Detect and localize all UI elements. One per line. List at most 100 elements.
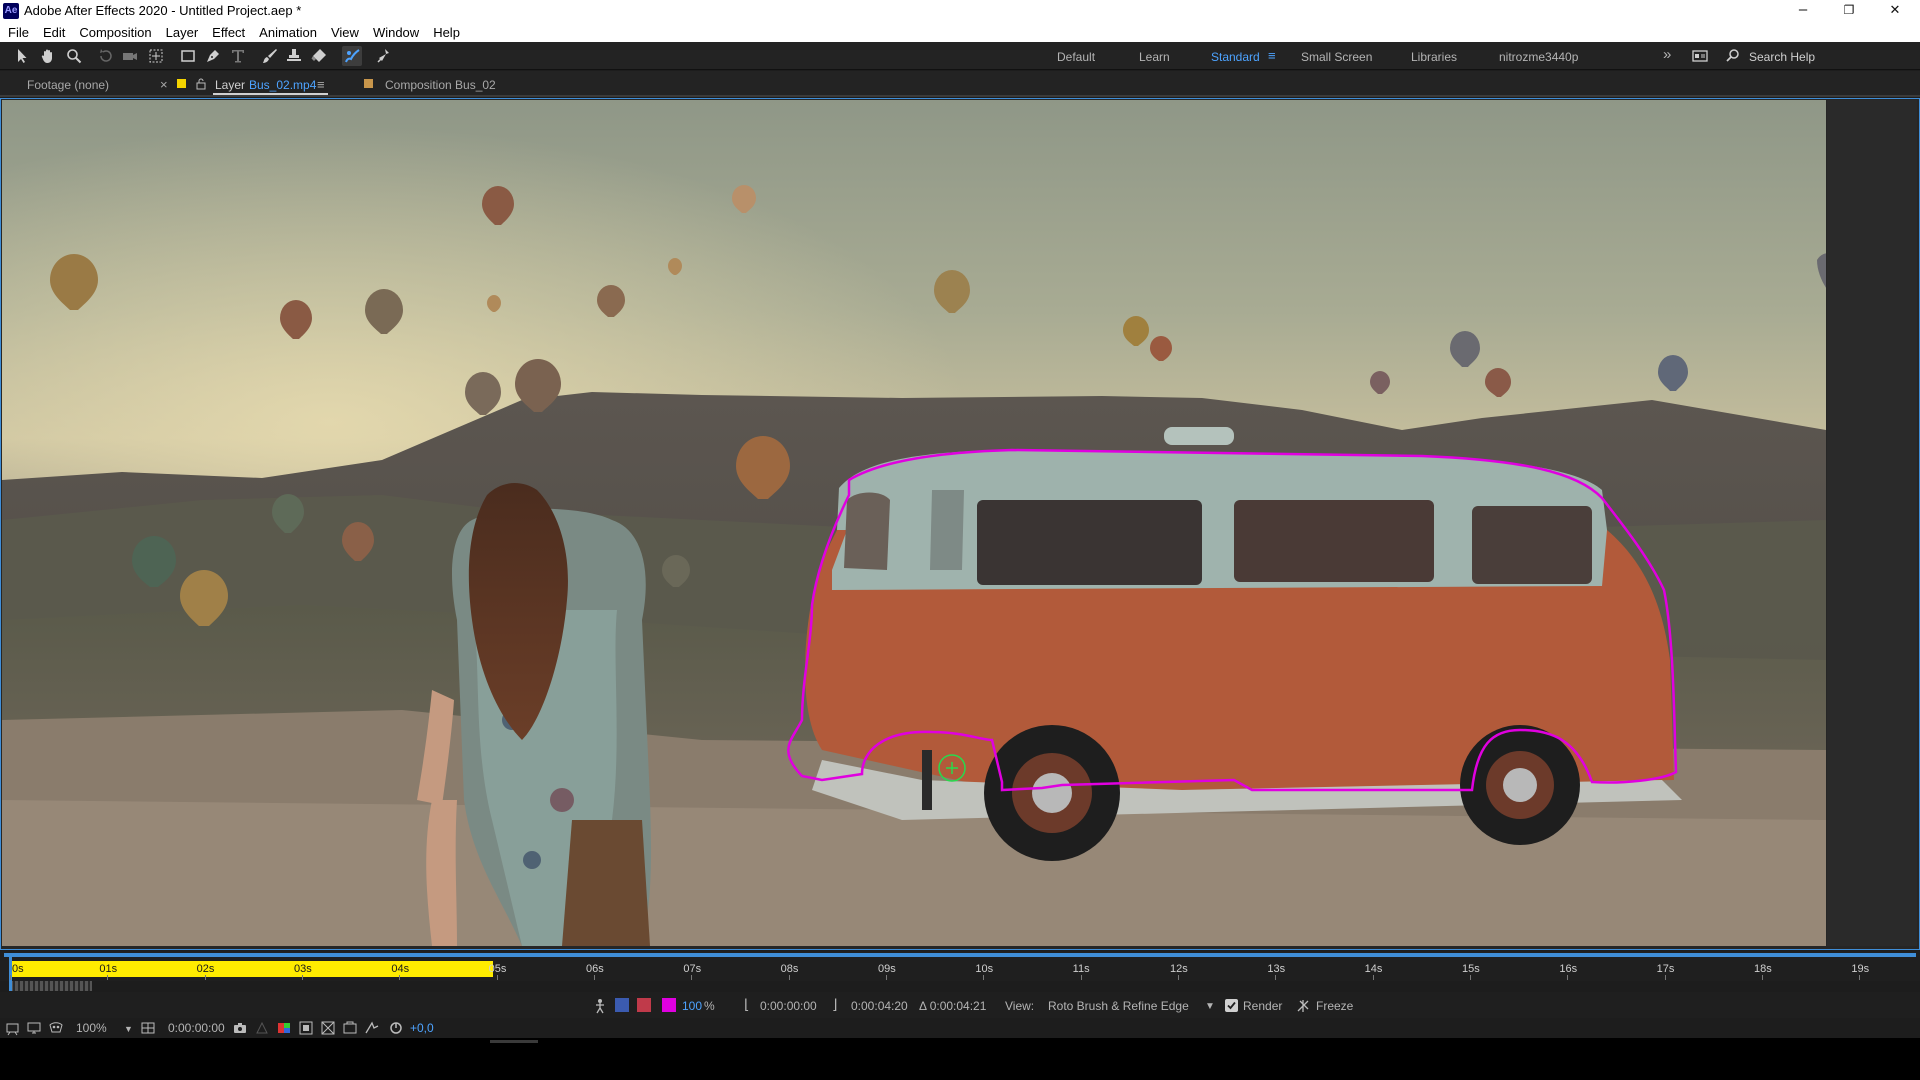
workspace-standard[interactable]: Standard	[1211, 50, 1260, 64]
workspace-empty-area	[0, 1038, 1920, 1080]
region-of-interest-icon[interactable]	[296, 1018, 316, 1038]
render-checkbox[interactable]	[1225, 999, 1238, 1012]
time-tick-label: 07s	[683, 963, 702, 975]
zoom-tool-icon[interactable]	[64, 46, 84, 66]
workspace-learn[interactable]: Learn	[1139, 50, 1170, 64]
propagated-span-bar	[10, 961, 493, 977]
fast-previews-icon[interactable]	[362, 1018, 382, 1038]
show-snapshot-icon[interactable]	[252, 1018, 272, 1038]
menu-view[interactable]: View	[331, 25, 359, 40]
pen-tool-icon[interactable]	[203, 46, 223, 66]
puppet-tool-icon[interactable]	[374, 46, 394, 66]
minimize-button[interactable]: –	[1780, 0, 1826, 22]
time-tick-mark	[1567, 975, 1569, 980]
time-tick-mark	[302, 975, 303, 980]
time-tick-mark	[594, 975, 595, 980]
close-window-button[interactable]: ✕	[1872, 0, 1918, 22]
grid-guide-icon[interactable]	[340, 1018, 360, 1038]
zoom-chevron-icon[interactable]: ▼	[124, 1024, 133, 1034]
freeze-icon[interactable]	[1293, 996, 1313, 1016]
time-tick-label: 08s	[780, 963, 799, 975]
tab-composition[interactable]: Composition Bus_02	[385, 78, 496, 92]
time-tick-mark	[1859, 975, 1861, 980]
workspace-overflow-icon[interactable]: »	[1663, 46, 1671, 63]
overlay-color-swatch[interactable]	[662, 998, 676, 1012]
alpha-boundary-button[interactable]	[637, 998, 651, 1012]
tools-panel: Default Learn Standard ≡ Small Screen Li…	[0, 42, 1920, 70]
channel-rgb-icon[interactable]	[274, 1018, 294, 1038]
panel-scrollbar[interactable]	[490, 1040, 538, 1043]
menu-help[interactable]: Help	[433, 25, 460, 40]
chevron-down-icon[interactable]: ▼	[1205, 1001, 1215, 1012]
sync-settings-icon[interactable]	[1690, 46, 1710, 66]
lock-icon[interactable]	[196, 77, 206, 90]
time-navigator-bar[interactable]	[4, 953, 1916, 957]
search-help-input[interactable]: Search Help	[1749, 50, 1815, 64]
view-dropdown[interactable]: Roto Brush & Refine Edge	[1048, 999, 1189, 1013]
time-tick-mark	[1762, 975, 1763, 980]
reset-exposure-icon[interactable]	[386, 1018, 406, 1038]
eraser-tool-icon[interactable]	[309, 46, 329, 66]
pan-behind-tool-icon[interactable]	[146, 46, 166, 66]
workspace-custom[interactable]: nitrozme3440p	[1499, 50, 1578, 64]
menu-file[interactable]: File	[8, 25, 29, 40]
roto-out-time[interactable]: 0:00:04:20	[851, 999, 908, 1013]
overlay-opacity-value[interactable]: 100	[682, 999, 702, 1013]
snapshot-figure-icon[interactable]	[590, 996, 610, 1016]
workspace-default[interactable]: Default	[1057, 50, 1095, 64]
workspace-libraries[interactable]: Libraries	[1411, 50, 1457, 64]
time-tick-label: 03s	[294, 963, 312, 975]
menu-window[interactable]: Window	[373, 25, 419, 40]
time-tick-label: 05s	[488, 963, 507, 975]
tab-close-icon[interactable]: ×	[160, 77, 168, 92]
time-tick-label: 10s	[975, 963, 994, 975]
layer-footage-image[interactable]	[2, 100, 1826, 946]
rectangle-tool-icon[interactable]	[178, 46, 198, 66]
camera-tool-icon[interactable]	[120, 46, 140, 66]
menu-bar: File Edit Composition Layer Effect Anima…	[0, 22, 1920, 42]
mask-visibility-icon[interactable]	[46, 1018, 66, 1038]
search-icon	[1723, 46, 1743, 66]
window-title: Adobe After Effects 2020 - Untitled Proj…	[24, 3, 302, 18]
magnification-dropdown[interactable]: 100%	[76, 1021, 107, 1035]
time-tick-label: 09s	[878, 963, 896, 975]
viewer-pasteboard	[1827, 100, 1917, 946]
time-tick-label: 17s	[1656, 963, 1675, 975]
roto-in-time[interactable]: 0:00:00:00	[760, 999, 817, 1013]
brush-tool-icon[interactable]	[260, 46, 280, 66]
tab-footage[interactable]: Footage (none)	[27, 78, 109, 92]
time-tick-label: 01s	[99, 963, 118, 975]
selection-tool-icon[interactable]	[12, 46, 32, 66]
viewer-tab-bar: Footage (none) × Layer Bus_02.mp4 ≡ Comp…	[0, 71, 1920, 97]
label-color-swatch	[177, 79, 186, 88]
current-time-display[interactable]: 0:00:00:00	[168, 1021, 225, 1035]
type-tool-icon[interactable]	[228, 46, 248, 66]
rotate-tool-icon[interactable]	[96, 46, 116, 66]
roto-brush-tool-icon[interactable]	[342, 46, 362, 66]
tab-layer-prefix[interactable]: Layer	[215, 78, 245, 92]
tab-menu-icon[interactable]: ≡	[317, 77, 325, 92]
freeze-button[interactable]: Freeze	[1316, 999, 1353, 1013]
set-out-icon[interactable]: ⌋	[832, 996, 837, 1013]
time-tick-label: 11s	[1072, 963, 1090, 975]
hand-tool-icon[interactable]	[38, 46, 58, 66]
restore-button[interactable]: ❐	[1826, 0, 1872, 22]
menu-effect[interactable]: Effect	[212, 25, 245, 40]
always-preview-icon[interactable]	[3, 1018, 23, 1038]
time-tick-label: 12s	[1170, 963, 1188, 975]
workspace-menu-icon[interactable]: ≡	[1268, 48, 1276, 63]
transparency-grid-icon[interactable]	[318, 1018, 338, 1038]
title-safe-icon[interactable]	[138, 1018, 158, 1038]
alpha-overlay-button[interactable]	[615, 998, 629, 1012]
menu-animation[interactable]: Animation	[259, 25, 317, 40]
workspace-small-screen[interactable]: Small Screen	[1301, 50, 1372, 64]
menu-edit[interactable]: Edit	[43, 25, 65, 40]
set-in-icon[interactable]: ⌊	[744, 996, 749, 1013]
exposure-value[interactable]: +0,0	[410, 1021, 434, 1035]
menu-composition[interactable]: Composition	[79, 25, 151, 40]
menu-layer[interactable]: Layer	[166, 25, 199, 40]
monitor-icon[interactable]	[24, 1018, 44, 1038]
tab-layer-name[interactable]: Bus_02.mp4	[249, 78, 316, 92]
clone-stamp-tool-icon[interactable]	[284, 46, 304, 66]
snapshot-camera-icon[interactable]	[230, 1018, 250, 1038]
